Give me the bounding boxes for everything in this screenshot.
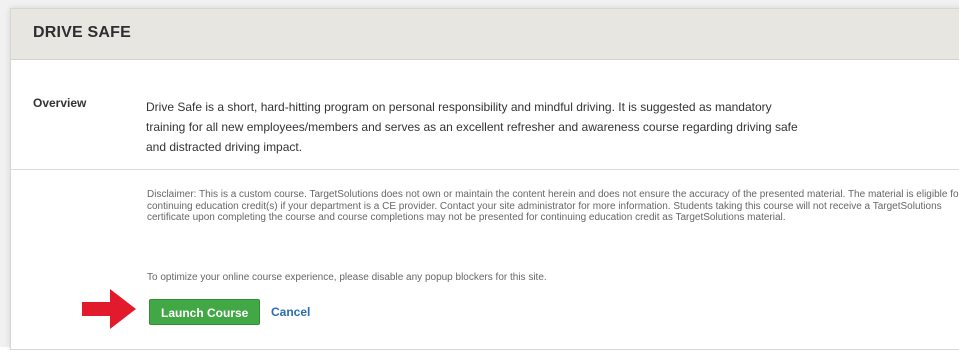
overview-label: Overview <box>33 96 87 110</box>
red-arrow-right-icon <box>82 289 136 329</box>
disclaimer-text: Disclaimer: This is a custom course. Tar… <box>147 189 959 223</box>
launch-course-button[interactable]: Launch Course <box>149 299 261 325</box>
overview-description: Drive Safe is a short, hard-hitting prog… <box>146 100 798 154</box>
page-background: DRIVE SAFE Overview Drive Safe is a shor… <box>0 0 959 350</box>
course-header: DRIVE SAFE <box>11 9 959 60</box>
course-panel: DRIVE SAFE Overview Drive Safe is a shor… <box>10 8 959 350</box>
course-title: DRIVE SAFE <box>33 24 132 41</box>
section-divider <box>11 169 959 170</box>
cancel-link[interactable]: Cancel <box>271 305 310 319</box>
popup-blocker-note: To optimize your online course experienc… <box>147 272 547 283</box>
